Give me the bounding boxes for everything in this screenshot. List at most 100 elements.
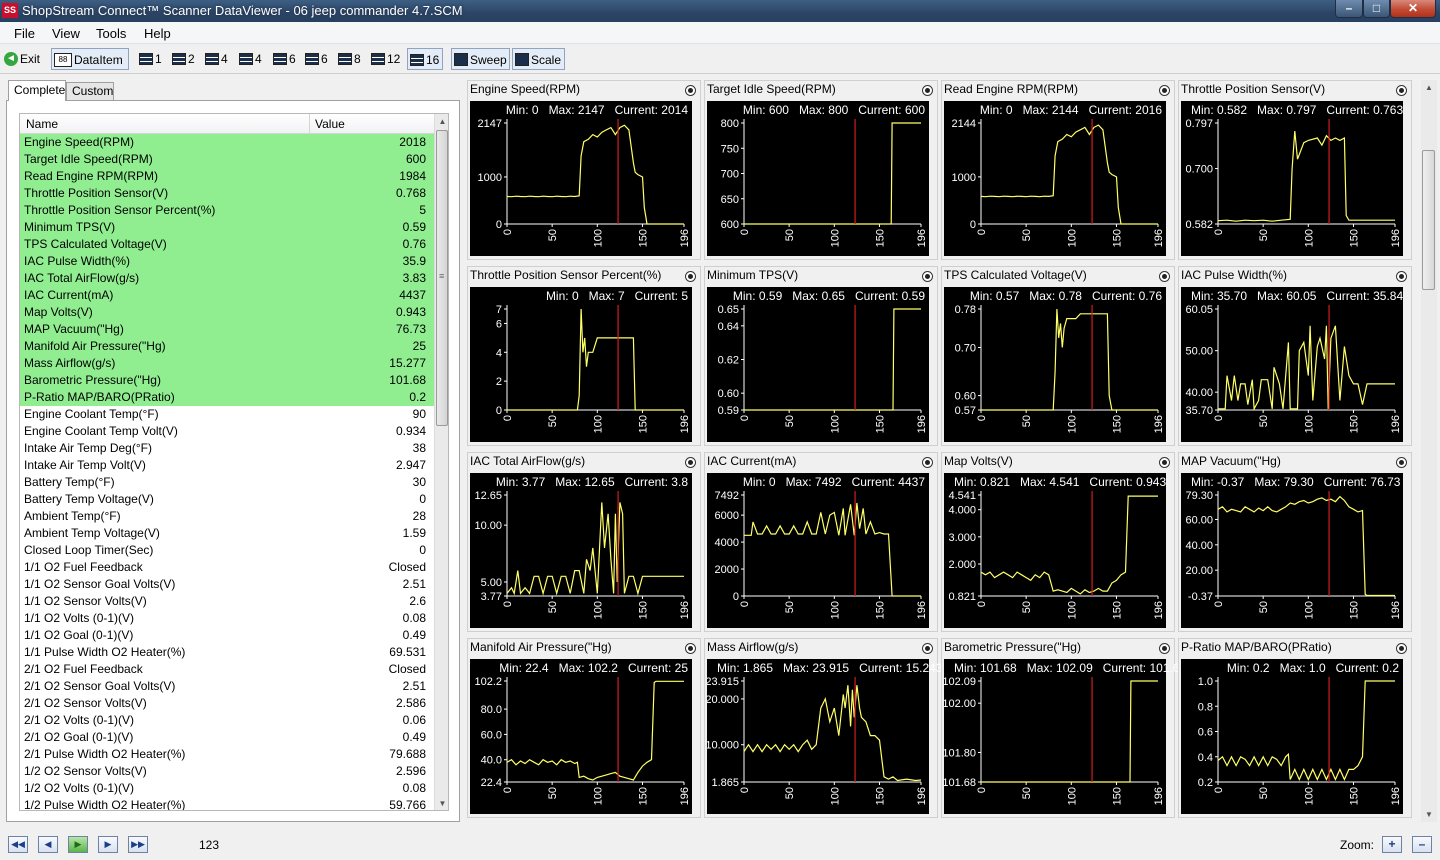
- table-row[interactable]: 2/1 O2 Volts (0-1)(V) 0.06: [20, 712, 434, 729]
- graph-select-radio[interactable]: [922, 643, 933, 654]
- zoom-out-button[interactable]: –: [1412, 836, 1432, 853]
- graph-scrollbar[interactable]: ▲ ▼: [1421, 80, 1437, 822]
- table-row[interactable]: Engine Speed(RPM) 2018: [20, 134, 434, 151]
- table-row[interactable]: Target Idle Speed(RPM) 600: [20, 151, 434, 168]
- table-row[interactable]: Battery Temp(°F) 30: [20, 474, 434, 491]
- table-row[interactable]: IAC Total AirFlow(g/s) 3.83: [20, 270, 434, 287]
- graph-panel[interactable]: IAC Current(mA) Min: 0 Max: 7492 Current: 4…: [704, 452, 938, 632]
- nav-first-button[interactable]: ◀◀: [8, 836, 28, 853]
- graph-panel[interactable]: MAP Vacuum("Hg) Min: -0.37 Max: 79.30 Curre…: [1178, 452, 1412, 632]
- graph-select-radio[interactable]: [685, 457, 696, 468]
- graph-select-radio[interactable]: [1396, 85, 1407, 96]
- table-row[interactable]: 1/2 O2 Sensor Volts(V) 2.596: [20, 763, 434, 780]
- graph-panel[interactable]: IAC Total AirFlow(g/s) Min: 3.77 Max: 12.6…: [467, 452, 701, 632]
- table-row[interactable]: TPS Calculated Voltage(V) 0.76: [20, 236, 434, 253]
- graph-panel[interactable]: Mass Airflow(g/s) Min: 1.865 Max: 23.915 Cu…: [704, 638, 942, 818]
- table-row[interactable]: 1/2 Pulse Width O2 Heater(%) 59.766: [20, 797, 434, 810]
- graph-panel[interactable]: Engine Speed(RPM) Min: 0 Max: 2147 Current:…: [467, 80, 701, 260]
- table-row[interactable]: Barometric Pressure("Hg) 101.68: [20, 372, 434, 389]
- table-row[interactable]: Ambient Temp(°F) 28: [20, 508, 434, 525]
- graph-select-radio[interactable]: [685, 271, 696, 282]
- nav-next-button[interactable]: ▶: [98, 836, 118, 853]
- table-row[interactable]: Engine Coolant Temp Volt(V) 0.934: [20, 423, 434, 440]
- graph-select-radio[interactable]: [685, 85, 696, 96]
- graph-panel[interactable]: Minimum TPS(V) Min: 0.59 Max: 0.65 Current:…: [704, 266, 938, 446]
- table-row[interactable]: IAC Pulse Width(%) 35.9: [20, 253, 434, 270]
- menu-help[interactable]: Help: [144, 26, 171, 41]
- table-row[interactable]: 1/1 O2 Sensor Goal Volts(V) 2.51: [20, 576, 434, 593]
- scroll-down-icon[interactable]: ▼: [1421, 807, 1437, 822]
- menu-file[interactable]: File: [14, 26, 35, 41]
- graph-panel[interactable]: Read Engine RPM(RPM) Min: 0 Max: 2144 Curre…: [941, 80, 1175, 260]
- layout-6-button[interactable]: 6: [271, 48, 299, 70]
- close-button[interactable]: ✕: [1390, 0, 1436, 18]
- graph-select-radio[interactable]: [1159, 643, 1170, 654]
- table-row[interactable]: 1/1 O2 Goal (0-1)(V) 0.49: [20, 627, 434, 644]
- table-row[interactable]: IAC Current(mA) 4437: [20, 287, 434, 304]
- layout-4b-button[interactable]: 4: [237, 48, 267, 70]
- graph-panel[interactable]: Target Idle Speed(RPM) Min: 600 Max: 800 Cu…: [704, 80, 938, 260]
- table-row[interactable]: 1/1 O2 Fuel Feedback Closed: [20, 559, 434, 576]
- layout-1-button[interactable]: 1: [137, 48, 165, 70]
- table-row[interactable]: 2/1 O2 Goal (0-1)(V) 0.49: [20, 729, 434, 746]
- graph-select-radio[interactable]: [1396, 457, 1407, 468]
- column-value-header[interactable]: Value: [315, 117, 345, 131]
- menu-view[interactable]: View: [52, 26, 80, 41]
- table-row[interactable]: 2/1 Pulse Width O2 Heater(%) 79.688: [20, 746, 434, 763]
- table-row[interactable]: Read Engine RPM(RPM) 1984: [20, 168, 434, 185]
- layout-16-button[interactable]: 16: [407, 48, 443, 70]
- graph-panel[interactable]: IAC Pulse Width(%) Min: 35.70 Max: 60.05 Cu…: [1178, 266, 1412, 446]
- table-row[interactable]: Throttle Position Sensor Percent(%) 5: [20, 202, 434, 219]
- nav-play-button[interactable]: ▶: [68, 836, 88, 853]
- zoom-in-button[interactable]: +: [1382, 836, 1402, 853]
- graph-panel[interactable]: Throttle Position Sensor Percent(%) Min: …: [467, 266, 701, 446]
- table-row[interactable]: Ambient Temp Voltage(V) 1.59: [20, 525, 434, 542]
- layout-12-button[interactable]: 12: [369, 48, 403, 70]
- menu-tools[interactable]: Tools: [96, 26, 126, 41]
- table-row[interactable]: 2/1 O2 Sensor Goal Volts(V) 2.51: [20, 678, 434, 695]
- table-row[interactable]: MAP Vacuum("Hg) 76.73: [20, 321, 434, 338]
- column-name-header[interactable]: Name: [26, 117, 58, 131]
- table-row[interactable]: Engine Coolant Temp(°F) 90: [20, 406, 434, 423]
- graph-panel[interactable]: P-Ratio MAP/BARO(PRatio) Min: 0.2 Max: 1.0…: [1178, 638, 1412, 818]
- graph-select-radio[interactable]: [922, 85, 933, 96]
- table-row[interactable]: 1/1 O2 Volts (0-1)(V) 0.08: [20, 610, 434, 627]
- scroll-thumb[interactable]: [436, 130, 448, 426]
- graph-select-radio[interactable]: [1396, 271, 1407, 282]
- maximize-button[interactable]: □: [1363, 0, 1390, 18]
- table-row[interactable]: Map Volts(V) 0.943: [20, 304, 434, 321]
- scroll-up-icon[interactable]: ▲: [1421, 80, 1437, 95]
- table-row[interactable]: Intake Air Temp Deg(°F) 38: [20, 440, 434, 457]
- exit-button[interactable]: ◄ Exit: [2, 48, 46, 70]
- scroll-down-icon[interactable]: ▼: [435, 796, 448, 810]
- graph-select-radio[interactable]: [1159, 85, 1170, 96]
- column-divider[interactable]: [309, 114, 310, 134]
- minimize-button[interactable]: –: [1335, 0, 1363, 18]
- dataitem-button[interactable]: 88 DataItem: [51, 48, 129, 70]
- table-row[interactable]: Intake Air Temp Volt(V) 2.947: [20, 457, 434, 474]
- table-row[interactable]: Minimum TPS(V) 0.59: [20, 219, 434, 236]
- graph-panel[interactable]: Throttle Position Sensor(V) Min: 0.582 Max…: [1178, 80, 1412, 260]
- graph-panel[interactable]: TPS Calculated Voltage(V) Min: 0.57 Max: 0…: [941, 266, 1175, 446]
- table-row[interactable]: 1/1 O2 Sensor Volts(V) 2.6: [20, 593, 434, 610]
- graph-select-radio[interactable]: [685, 643, 696, 654]
- table-row[interactable]: 1/2 O2 Volts (0-1)(V) 0.08: [20, 780, 434, 797]
- table-row[interactable]: P-Ratio MAP/BARO(PRatio) 0.2: [20, 389, 434, 406]
- sweep-button[interactable]: Sweep: [451, 48, 510, 70]
- scale-button[interactable]: Scale: [512, 48, 565, 70]
- graph-select-radio[interactable]: [1159, 271, 1170, 282]
- table-row[interactable]: Mass Airflow(g/s) 15.277: [20, 355, 434, 372]
- table-row[interactable]: Battery Temp Voltage(V) 0: [20, 491, 434, 508]
- table-row[interactable]: Manifold Air Pressure("Hg) 25: [20, 338, 434, 355]
- table-row[interactable]: 2/1 O2 Fuel Feedback Closed: [20, 661, 434, 678]
- layout-4-button[interactable]: 4: [203, 48, 233, 70]
- scroll-up-icon[interactable]: ▲: [435, 114, 448, 129]
- graph-select-radio[interactable]: [922, 271, 933, 282]
- table-row[interactable]: 2/1 O2 Sensor Volts(V) 2.586: [20, 695, 434, 712]
- table-row[interactable]: Throttle Position Sensor(V) 0.768: [20, 185, 434, 202]
- table-row[interactable]: 1/1 Pulse Width O2 Heater(%) 69.531: [20, 644, 434, 661]
- grid-scrollbar[interactable]: ▲ ▼: [434, 114, 448, 810]
- table-row[interactable]: Closed Loop Timer(Sec) 0: [20, 542, 434, 559]
- layout-6b-button[interactable]: 6: [303, 48, 331, 70]
- nav-last-button[interactable]: ▶▶: [128, 836, 148, 853]
